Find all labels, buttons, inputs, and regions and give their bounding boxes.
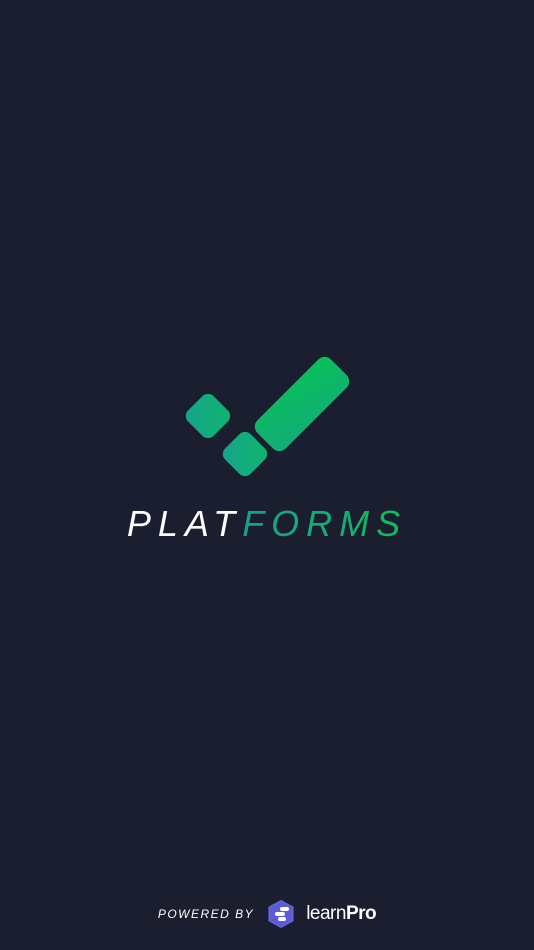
- learnpro-light: learn: [306, 903, 346, 924]
- wordmark-plat: PLAT: [126, 503, 243, 544]
- powered-by-footer: POWERED BY learnPro: [0, 896, 534, 932]
- powered-by-label: POWERED BY: [157, 907, 255, 921]
- logo-tile-bar: [254, 356, 350, 452]
- splash-screen: PLATFORMS POWERED BY learnPro: [0, 0, 534, 950]
- learnpro-hexagon-icon: [268, 900, 294, 928]
- logo-tile-left: [185, 393, 231, 439]
- wordmark-forms: FORMS: [242, 503, 408, 544]
- platforms-wordmark: PLATFORMS: [0, 500, 534, 548]
- checkmark-tiles-icon: [185, 356, 350, 477]
- learnpro-logo-text: learnPro: [306, 903, 376, 925]
- learnpro-bold: Pro: [345, 903, 377, 924]
